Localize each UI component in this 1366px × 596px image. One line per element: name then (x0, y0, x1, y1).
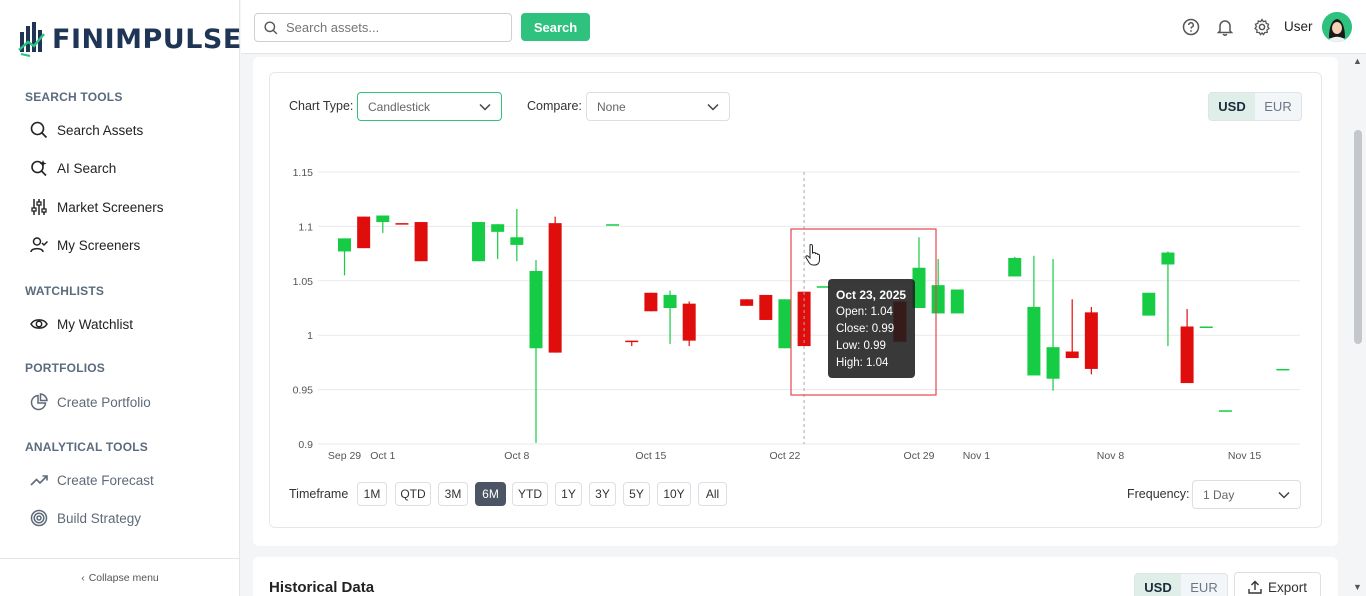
user-avatar-icon (1322, 12, 1352, 42)
top-bar: Search User (241, 0, 1366, 54)
frequency-label: Frequency: (1127, 487, 1190, 501)
historical-currency-toggle: USD EUR (1134, 573, 1228, 596)
sidebar-item-label: My Screeners (57, 237, 141, 253)
tooltip-high: High: 1.04 (836, 357, 889, 369)
sidebar-item-label: Create Forecast (57, 472, 154, 488)
timeframe-1y-button[interactable]: 1Y (555, 482, 582, 506)
historical-currency-usd-button[interactable]: USD (1135, 574, 1181, 596)
timeframe-label: Timeframe (289, 487, 349, 501)
chart-type-value: Candlestick (368, 99, 431, 114)
help-icon[interactable] (1182, 18, 1200, 36)
eye-icon (30, 319, 48, 329)
collapse-menu-label: Collapse menu (88, 571, 159, 584)
compare-value: None (597, 99, 626, 114)
tooltip-close: Close: 0.99 (836, 323, 895, 335)
user-label[interactable]: User (1284, 19, 1313, 34)
logo-icon (18, 22, 45, 57)
currency-toggle: USD EUR (1208, 92, 1302, 121)
frequency-select[interactable]: 1 Day (1192, 480, 1301, 509)
frequency-value: 1 Day (1203, 487, 1235, 502)
avatar[interactable] (1322, 12, 1352, 42)
sidebar-item-search-assets[interactable]: Search Assets (30, 121, 143, 139)
section-title-portfolios: PORTFOLIOS (25, 361, 105, 375)
section-title-search-tools: SEARCH TOOLS (25, 90, 123, 104)
tooltip-open: Open: 1.04 (836, 306, 893, 318)
upload-icon (1248, 580, 1262, 594)
sidebar-item-create-portfolio[interactable]: Create Portfolio (30, 393, 151, 411)
timeframe-ytd-button[interactable]: YTD (512, 482, 548, 506)
search-icon (30, 121, 48, 139)
scrollbar-thumb[interactable] (1354, 130, 1362, 344)
tooltip-low: Low: 0.99 (836, 340, 886, 352)
export-label: Export (1267, 579, 1308, 595)
timeframe-6m-button[interactable]: 6M (475, 482, 506, 506)
app-logo[interactable]: FINIMPULSE (18, 20, 242, 58)
scrollbar[interactable]: ▲ ▼ (1350, 54, 1366, 596)
compare-select[interactable]: None (586, 92, 730, 121)
historical-currency-eur-button[interactable]: EUR (1181, 574, 1227, 596)
ai-search-icon (31, 160, 47, 177)
sidebar-item-market-screeners[interactable]: Market Screeners (30, 198, 164, 216)
sidebar-item-my-watchlist[interactable]: My Watchlist (30, 315, 133, 333)
timeframe-5y-button[interactable]: 5Y (623, 482, 650, 506)
section-title-analytical-tools: ANALYTICAL TOOLS (25, 440, 148, 454)
sidebar-item-label: Market Screeners (57, 199, 164, 215)
user-check-icon (30, 237, 48, 253)
sidebar-item-label: Search Assets (57, 122, 144, 138)
compare-label: Compare: (527, 99, 582, 113)
sidebar-item-label: My Watchlist (57, 316, 134, 332)
chevron-left-icon: ‹ (81, 571, 85, 584)
sidebar: FINIMPULSE SEARCH TOOLS Search Assets AI… (0, 0, 242, 596)
timeframe-10y-button[interactable]: 10Y (657, 482, 691, 506)
currency-usd-button[interactable]: USD (1209, 93, 1255, 120)
collapse-menu-button[interactable]: ‹ Collapse menu (0, 558, 240, 596)
target-icon (30, 509, 48, 527)
chart-type-label: Chart Type: (289, 99, 354, 113)
export-button[interactable]: Export (1234, 572, 1321, 596)
sidebar-item-create-forecast[interactable]: Create Forecast (30, 471, 154, 489)
search-input[interactable] (286, 20, 496, 35)
currency-eur-button[interactable]: EUR (1255, 93, 1301, 120)
sidebar-item-my-screeners[interactable]: My Screeners (30, 236, 140, 254)
search-icon (264, 20, 278, 34)
chevron-down-icon (1278, 491, 1290, 499)
timeframe-all-button[interactable]: All (698, 482, 727, 506)
sidebar-item-ai-search[interactable]: AI Search (30, 159, 116, 177)
timeframe-3y-button[interactable]: 3Y (589, 482, 616, 506)
sidebar-item-label: AI Search (57, 160, 117, 176)
scroll-up-arrow-icon[interactable]: ▲ (1353, 56, 1362, 66)
chevron-down-icon (707, 103, 719, 111)
sidebar-item-label: Create Portfolio (57, 394, 151, 410)
sidebar-item-label: Build Strategy (57, 510, 142, 526)
timeframe-1m-button[interactable]: 1M (357, 482, 387, 506)
gear-icon[interactable] (1253, 18, 1271, 36)
sidebar-item-build-strategy[interactable]: Build Strategy (30, 509, 141, 527)
trending-up-icon (30, 475, 48, 486)
chevron-down-icon (479, 103, 491, 111)
hand-cursor-icon (805, 243, 820, 266)
chart-card (269, 72, 1322, 528)
tooltip-date: Oct 23, 2025 (836, 288, 907, 302)
sliders-icon (31, 199, 47, 215)
search-box[interactable] (254, 13, 512, 42)
scroll-down-arrow-icon[interactable]: ▼ (1353, 582, 1362, 592)
bell-icon[interactable] (1216, 18, 1234, 36)
search-button[interactable]: Search (521, 13, 590, 41)
timeframe-qtd-button[interactable]: QTD (395, 482, 431, 506)
app-name: FINIMPULSE (52, 23, 242, 55)
section-title-watchlists: WATCHLISTS (25, 284, 105, 298)
chart-tooltip: Oct 23, 2025 Open: 1.04 Close: 0.99 Low:… (828, 279, 915, 378)
pie-chart-icon (30, 393, 48, 411)
chart-type-select[interactable]: Candlestick (357, 92, 502, 121)
historical-data-title: Historical Data (269, 579, 375, 596)
timeframe-3m-button[interactable]: 3M (438, 482, 468, 506)
